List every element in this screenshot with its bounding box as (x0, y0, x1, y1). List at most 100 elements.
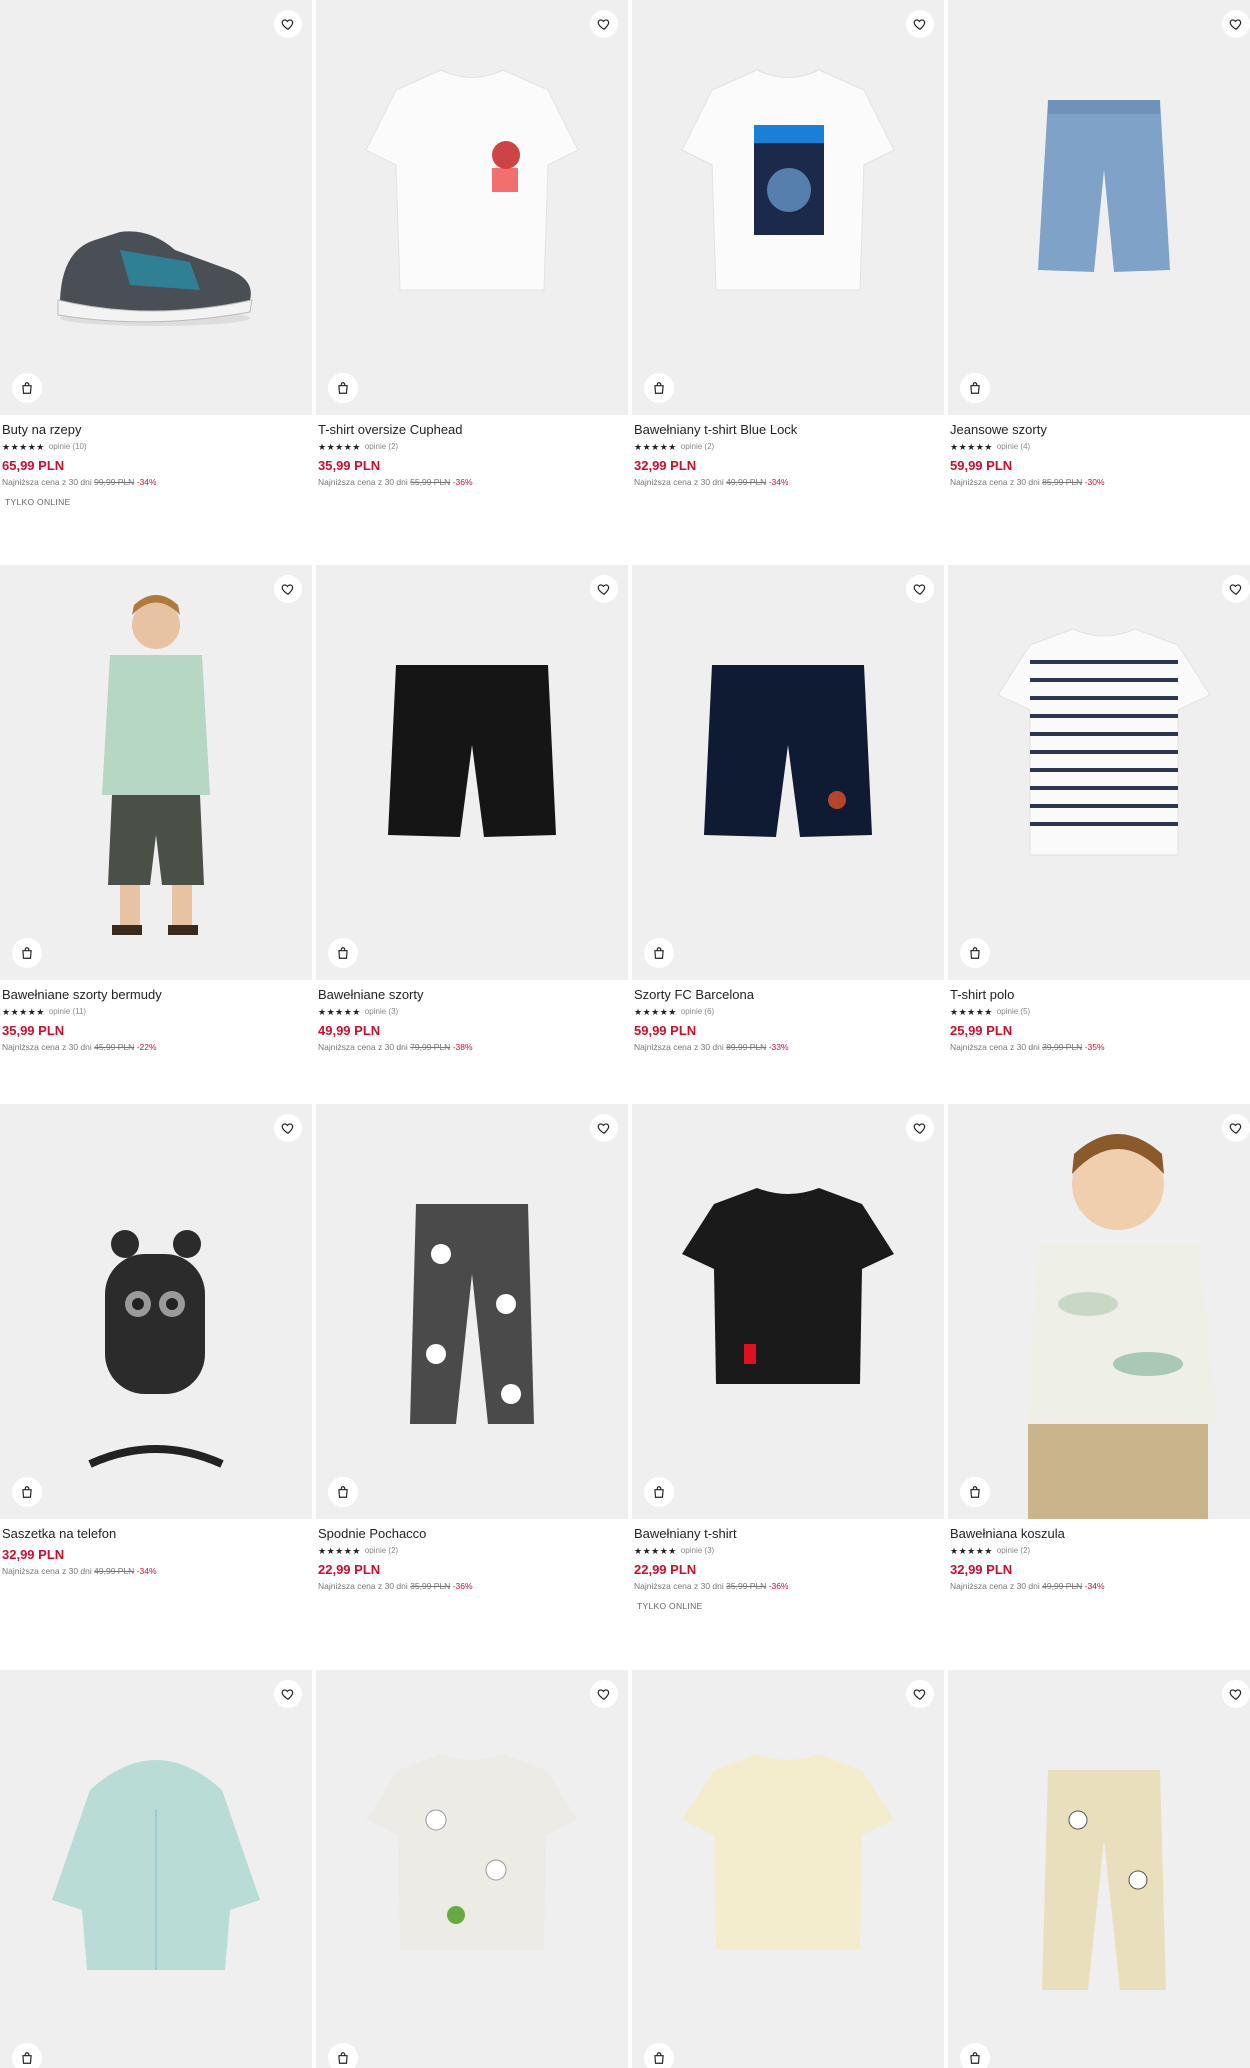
product-name[interactable]: Bawełniany t-shirt Blue Lock (634, 421, 944, 439)
old-price: 39,99 PLN (1042, 1042, 1083, 1052)
heart-icon[interactable] (274, 1114, 302, 1142)
shopping-bag-icon[interactable] (12, 373, 42, 403)
product-card[interactable] (0, 1670, 312, 2068)
heart-icon[interactable] (590, 1680, 618, 1708)
product-image[interactable] (0, 1104, 312, 1519)
heart-icon[interactable] (590, 1114, 618, 1142)
lowest-price-label: Najniższa cena z 30 dni (2, 477, 92, 487)
shopping-bag-icon[interactable] (960, 1477, 990, 1507)
product-image[interactable] (0, 1670, 312, 2068)
product-card[interactable]: Bawełniana koszula ★★★★★ opinie (2) 32,99 P… (948, 1104, 1250, 1593)
product-image[interactable] (948, 1104, 1250, 1519)
product-card[interactable]: T-shirt polo ★★★★★ opinie (5) 25,99 PLN Najn… (948, 565, 1250, 1054)
heart-icon[interactable] (274, 575, 302, 603)
product-image[interactable] (632, 0, 944, 415)
rating-stars: ★★★★★ (318, 1546, 361, 1556)
shopping-bag-icon[interactable] (644, 938, 674, 968)
shopping-bag-icon[interactable] (12, 938, 42, 968)
product-rating: ★★★★★ opinie (5) (950, 1005, 1250, 1019)
heart-icon[interactable] (274, 1680, 302, 1708)
shopping-bag-icon[interactable] (12, 1477, 42, 1507)
heart-icon[interactable] (590, 10, 618, 38)
product-image[interactable] (0, 0, 312, 415)
product-card[interactable]: Bawełniane szorty bermudy ★★★★★ opinie (11… (0, 565, 312, 1054)
product-card[interactable]: Buty na rzepy ★★★★★ opinie (10) 65,99 PLN Na… (0, 0, 312, 507)
product-name[interactable]: Spodnie Pochacco (318, 1525, 628, 1543)
review-count[interactable]: opinie (2) (365, 440, 398, 454)
product-name[interactable]: T-shirt oversize Cuphead (318, 421, 628, 439)
product-image[interactable] (316, 565, 628, 980)
product-card[interactable] (948, 1670, 1250, 2068)
review-count[interactable]: opinie (11) (49, 1005, 86, 1019)
shopping-bag-icon[interactable] (960, 373, 990, 403)
product-card[interactable]: Spodnie Pochacco ★★★★★ opinie (2) 22,99 PLN… (316, 1104, 628, 1593)
heart-icon[interactable] (1222, 1680, 1250, 1708)
product-card[interactable] (632, 1670, 944, 2068)
product-image[interactable] (316, 1104, 628, 1519)
product-image[interactable] (948, 1670, 1250, 2068)
lowest-price-label: Najniższa cena z 30 dni (634, 1581, 724, 1591)
lowest-price-info: Najniższa cena z 30 dni 89,99 PLN -33% (634, 1040, 944, 1054)
shopping-bag-icon[interactable] (328, 2043, 358, 2068)
product-card[interactable]: Bawełniany t-shirt Blue Lock ★★★★★ opinie … (632, 0, 944, 489)
product-image[interactable] (948, 565, 1250, 980)
product-image[interactable] (632, 1104, 944, 1519)
product-card[interactable]: Bawełniane szorty ★★★★★ opinie (3) 49,99 PL… (316, 565, 628, 1054)
old-price: 89,99 PLN (726, 1042, 767, 1052)
review-count[interactable]: opinie (4) (997, 440, 1030, 454)
product-image[interactable] (316, 0, 628, 415)
heart-icon[interactable] (1222, 575, 1250, 603)
product-name[interactable]: Szorty FC Barcelona (634, 986, 944, 1004)
product-image[interactable] (632, 1670, 944, 2068)
heart-icon[interactable] (274, 10, 302, 38)
product-name[interactable]: Bawełniane szorty (318, 986, 628, 1004)
discount-badge: -34% (136, 477, 157, 487)
review-count[interactable]: opinie (6) (681, 1005, 714, 1019)
product-image[interactable] (632, 565, 944, 980)
heart-icon[interactable] (906, 1680, 934, 1708)
review-count[interactable]: opinie (2) (997, 1544, 1030, 1558)
shopping-bag-icon[interactable] (644, 373, 674, 403)
heart-icon[interactable] (1222, 10, 1250, 38)
product-image[interactable] (948, 0, 1250, 415)
shopping-bag-icon[interactable] (12, 2043, 42, 2068)
review-count[interactable]: opinie (5) (997, 1005, 1030, 1019)
product-info: Saszetka na telefon 32,99 PLN Najniższa ce… (0, 1519, 312, 1578)
heart-icon[interactable] (590, 575, 618, 603)
review-count[interactable]: opinie (3) (365, 1005, 398, 1019)
heart-icon[interactable] (1222, 1114, 1250, 1142)
product-name[interactable]: Bawełniane szorty bermudy (2, 986, 312, 1004)
review-count[interactable]: opinie (3) (681, 1544, 714, 1558)
product-rating: ★★★★★ opinie (6) (634, 1005, 944, 1019)
shopping-bag-icon[interactable] (328, 938, 358, 968)
product-name[interactable]: T-shirt polo (950, 986, 1250, 1004)
product-card[interactable] (316, 1670, 628, 2068)
heart-icon[interactable] (906, 10, 934, 38)
product-info: Bawełniane szorty bermudy ★★★★★ opinie (11… (0, 980, 312, 1054)
product-name[interactable]: Jeansowe szorty (950, 421, 1250, 439)
shopping-bag-icon[interactable] (960, 938, 990, 968)
shopping-bag-icon[interactable] (960, 2043, 990, 2068)
shopping-bag-icon[interactable] (644, 2043, 674, 2068)
review-count[interactable]: opinie (10) (49, 440, 87, 454)
product-image[interactable] (0, 565, 312, 980)
product-card[interactable]: T-shirt oversize Cuphead ★★★★★ opinie (2) 3… (316, 0, 628, 489)
product-card[interactable]: Bawełniany t-shirt ★★★★★ opinie (3) 22,99 P… (632, 1104, 944, 1611)
product-card[interactable]: Jeansowe szorty ★★★★★ opinie (4) 59,99 PLN N… (948, 0, 1250, 489)
review-count[interactable]: opinie (2) (681, 440, 714, 454)
product-name[interactable]: Bawełniana koszula (950, 1525, 1250, 1543)
product-image[interactable] (316, 1670, 628, 2068)
shopping-bag-icon[interactable] (328, 1477, 358, 1507)
product-name[interactable]: Saszetka na telefon (2, 1525, 312, 1543)
lowest-price-label: Najniższa cena z 30 dni (318, 1042, 408, 1052)
product-name[interactable]: Bawełniany t-shirt (634, 1525, 944, 1543)
shopping-bag-icon[interactable] (644, 1477, 674, 1507)
product-name[interactable]: Buty na rzepy (2, 421, 312, 439)
review-count[interactable]: opinie (2) (365, 1544, 398, 1558)
product-card[interactable]: Saszetka na telefon 32,99 PLN Najniższa ce… (0, 1104, 312, 1578)
discount-badge: -33% (768, 1042, 789, 1052)
shopping-bag-icon[interactable] (328, 373, 358, 403)
heart-icon[interactable] (906, 575, 934, 603)
heart-icon[interactable] (906, 1114, 934, 1142)
product-card[interactable]: Szorty FC Barcelona ★★★★★ opinie (6) 59,99 … (632, 565, 944, 1054)
